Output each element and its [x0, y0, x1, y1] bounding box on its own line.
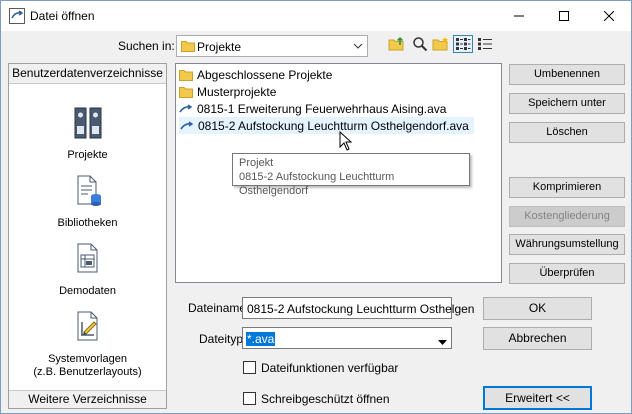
tooltip-name: 0815-2 Aufstockung Leuchtturm Osthelgend… [239, 171, 395, 197]
save-as-button[interactable]: Speichern unter [509, 93, 625, 114]
dropdown-arrow-icon [438, 335, 447, 349]
shortcut-label: Bibliotheken [57, 217, 118, 229]
list-view-icon[interactable] [453, 35, 473, 53]
ava-file-icon [179, 102, 195, 116]
list-item-file-selected[interactable]: 0815-2 Aufstockung Leuchtturm Osthelgend… [179, 117, 474, 134]
mouse-cursor-icon [339, 130, 353, 154]
file-name: 0815-2 Aufstockung Leuchtturm Osthelgend… [198, 118, 469, 133]
title-bar[interactable]: Datei öffnen [1, 1, 631, 31]
window-title: Datei öffnen [30, 9, 95, 23]
tooltip-type: Projekt [239, 157, 274, 169]
look-in-combo[interactable]: Projekte [176, 35, 368, 57]
shortcut-label: Systemvorlagen [48, 353, 127, 365]
ava-file-icon [180, 119, 196, 133]
rename-button[interactable]: Umbenennen [509, 64, 625, 85]
details-view-icon[interactable] [475, 35, 495, 53]
search-icon[interactable] [410, 35, 430, 53]
list-item-folder[interactable]: Abgeschlossene Projekte [179, 66, 336, 83]
panel-header[interactable]: Benutzerdatenverzeichnisse [9, 64, 166, 84]
file-functions-label: Dateifunktionen verfügbar [261, 361, 399, 375]
filetype-select[interactable]: *.ava [242, 327, 452, 349]
shortcut-projekte[interactable]: Projekte [9, 106, 166, 162]
compress-button[interactable]: Komprimieren [509, 177, 625, 198]
shortcut-systemvorlagen[interactable]: Systemvorlagen (z.B. Benutzerlayouts) [9, 310, 166, 379]
cost-structure-button[interactable]: Kostengliederung [509, 206, 625, 227]
shortcut-demodaten[interactable]: Demodaten [9, 242, 166, 298]
look-in-value: Projekte [197, 40, 242, 54]
shortcut-bibliotheken[interactable]: Bibliotheken [9, 174, 166, 230]
delete-button[interactable]: Löschen [509, 122, 625, 143]
close-button[interactable] [587, 1, 631, 31]
open-file-dialog: Datei öffnen Suchen in: Projekte Benutze… [0, 0, 632, 414]
cancel-button[interactable]: Abbrechen [483, 327, 592, 350]
more-directories-button[interactable]: Weitere Verzeichnisse [9, 390, 166, 408]
read-only-checkbox[interactable] [243, 392, 256, 405]
shortcut-label: Projekte [67, 149, 108, 161]
filename-value: 0815-2 Aufstockung Leuchtturm Osthelgen [247, 302, 475, 316]
list-item-folder[interactable]: Musterprojekte [179, 83, 280, 100]
folder-icon [179, 68, 195, 82]
ok-button[interactable]: OK [483, 297, 592, 320]
look-in-label: Suchen in: [118, 39, 175, 53]
folder-up-icon[interactable] [387, 35, 407, 53]
template-icon [9, 310, 166, 347]
read-only-label: Schreibgeschützt öffnen [261, 392, 390, 406]
list-item-file[interactable]: 0815-1 Erweiterung Feuerwehrhaus Aising.… [179, 100, 450, 117]
filetype-value: *.ava [246, 332, 276, 346]
extended-button[interactable]: Erweitert << [483, 386, 592, 410]
user-directories-panel: Benutzerdatenverzeichnisse Projekte Bibl… [8, 63, 167, 409]
shortcut-label: Demodaten [59, 285, 116, 297]
new-folder-icon[interactable] [431, 35, 451, 53]
check-button[interactable]: Überprüfen [509, 263, 625, 284]
demo-data-icon [9, 242, 166, 279]
maximize-button[interactable] [542, 1, 586, 31]
filetype-label: Dateityp [199, 332, 244, 346]
file-name: Abgeschlossene Projekte [197, 67, 333, 82]
folder-icon [179, 85, 195, 99]
binder-icon [9, 106, 166, 143]
folder-icon [181, 40, 195, 55]
file-functions-checkbox[interactable] [243, 361, 256, 374]
file-name: 0815-1 Erweiterung Feuerwehrhaus Aising.… [197, 101, 447, 116]
minimize-button[interactable] [497, 1, 541, 31]
shortcut-label-block: Systemvorlagen (z.B. Benutzerlayouts) [9, 353, 166, 379]
filename-input[interactable]: 0815-2 Aufstockung Leuchtturm Osthelgen [242, 297, 474, 319]
shortcut-sublabel: (z.B. Benutzerlayouts) [33, 366, 142, 378]
filetype-value-wrap: *.ava [246, 332, 276, 346]
file-tooltip: Projekt 0815-2 Aufstockung Leuchtturm Os… [232, 153, 470, 197]
file-name: Musterprojekte [197, 84, 277, 99]
currency-conversion-button[interactable]: Währungsumstellung [509, 234, 625, 255]
filename-label: Dateiname [188, 301, 247, 315]
library-icon [9, 174, 166, 211]
app-icon [9, 8, 25, 27]
chevron-down-icon [353, 40, 363, 54]
